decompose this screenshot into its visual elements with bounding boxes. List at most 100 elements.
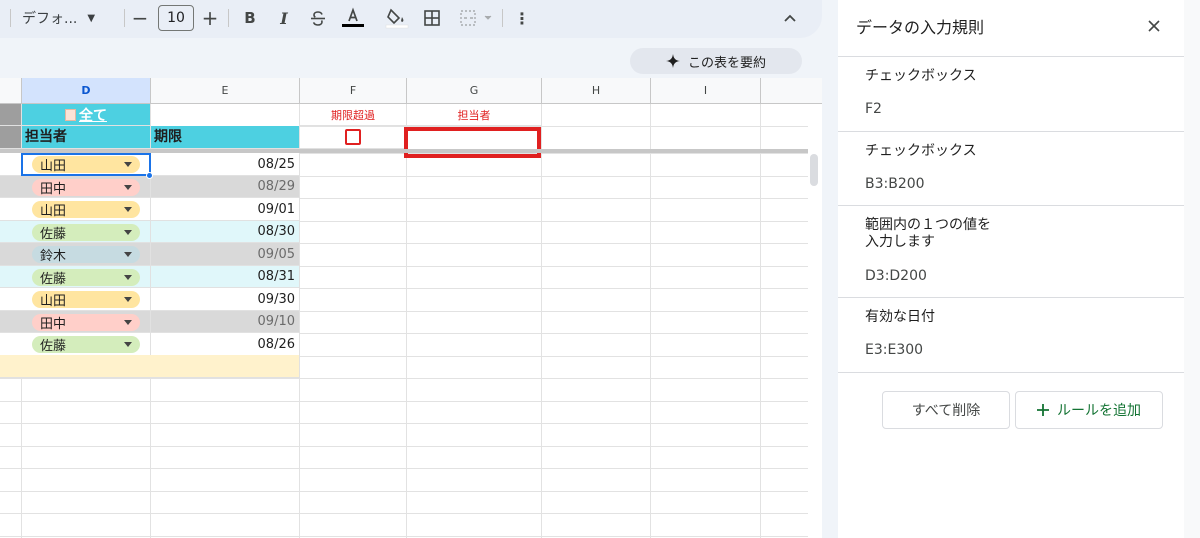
chip-label: 山田: [40, 204, 67, 219]
person-header: 担当者: [25, 129, 67, 145]
chip-label: 佐藤: [40, 339, 67, 354]
deadline-value: 08/30: [257, 224, 295, 239]
summary-row[interactable]: [0, 355, 300, 378]
chevron-down-icon: [124, 207, 132, 212]
column-header-f[interactable]: F: [300, 78, 407, 104]
filter-all-label: 全て: [79, 107, 107, 124]
chip-label: 田中: [40, 317, 67, 332]
add-rule-button[interactable]: ルールを追加: [1015, 391, 1163, 429]
merge-cells-icon: [460, 10, 492, 26]
increase-font-size-button[interactable]: +: [198, 4, 222, 32]
cell-deadline[interactable]: 09/10: [151, 311, 300, 333]
minus-icon: −: [131, 6, 149, 30]
person-dropdown-chip[interactable]: 佐藤: [32, 224, 140, 242]
cell-person[interactable]: 山田: [22, 198, 151, 221]
deadline-value: 08/29: [257, 179, 295, 194]
cell-deadline[interactable]: 09/05: [151, 243, 300, 266]
chevron-down-icon: ▼: [87, 12, 96, 24]
cell-deadline[interactable]: 08/31: [151, 266, 300, 288]
strikethrough-icon: [311, 11, 325, 26]
delete-all-button[interactable]: すべて削除: [882, 391, 1010, 429]
cell-deadline[interactable]: 08/26: [151, 333, 300, 356]
deadline-header: 期限: [154, 129, 182, 145]
summarize-table-button[interactable]: この表を要約: [630, 48, 802, 74]
column-label: E: [221, 84, 229, 97]
person-dropdown-chip[interactable]: 田中: [32, 179, 140, 197]
bold-icon: B: [244, 9, 256, 27]
borders-button[interactable]: [420, 4, 444, 32]
cell-person[interactable]: 佐藤: [22, 266, 151, 288]
bold-button[interactable]: B: [238, 4, 262, 32]
italic-button[interactable]: I: [272, 4, 296, 32]
column-header-d[interactable]: D: [22, 78, 151, 104]
person-dropdown-chip[interactable]: 鈴木: [32, 246, 140, 264]
font-family-select[interactable]: デフォ... ▼: [22, 4, 118, 32]
rule-range: F2: [865, 101, 882, 117]
strikethrough-button[interactable]: [306, 4, 330, 32]
column-label: D: [81, 84, 91, 97]
cell-person[interactable]: 佐藤: [22, 333, 151, 356]
column-header-g[interactable]: G: [407, 78, 542, 104]
cell-g1-assignee-label: 担当者: [407, 104, 542, 126]
cell-deadline[interactable]: 08/25: [151, 153, 300, 176]
borders-icon: [424, 10, 440, 26]
merge-cells-button[interactable]: [456, 4, 498, 32]
cell-deadline[interactable]: 09/01: [151, 198, 300, 221]
row-header-2[interactable]: [0, 126, 22, 149]
rule-range: E3:E300: [865, 342, 924, 358]
rule-title-line2: 入力します: [865, 234, 935, 250]
cell-person[interactable]: 佐藤: [22, 221, 151, 243]
column-label: H: [591, 84, 601, 97]
toolbar-separator: [228, 9, 229, 27]
select-all-corner[interactable]: [0, 78, 22, 104]
deadline-value: 08/26: [257, 337, 295, 352]
paint-bucket-icon: [385, 8, 409, 29]
cell-person[interactable]: 山田: [22, 288, 151, 311]
collapse-toolbar-button[interactable]: [778, 4, 802, 32]
person-dropdown-chip[interactable]: 田中: [32, 314, 140, 332]
column-header-i[interactable]: I: [651, 78, 761, 104]
cell-deadline[interactable]: 08/30: [151, 221, 300, 243]
cell-deadline[interactable]: 09/30: [151, 288, 300, 311]
person-dropdown-chip[interactable]: 山田: [32, 201, 140, 219]
chevron-up-icon: [784, 14, 796, 22]
panel-title: データの入力規則: [856, 18, 985, 37]
deadline-value: 08/31: [257, 269, 295, 284]
rule-range: D3:D200: [865, 268, 927, 284]
active-cell-selection: [21, 153, 151, 176]
font-family-label: デフォ...: [22, 11, 78, 27]
close-panel-button[interactable]: [1144, 16, 1164, 36]
more-options-button[interactable]: ⋮: [512, 4, 532, 32]
decrease-font-size-button[interactable]: −: [128, 4, 152, 32]
add-rule-label: ルールを追加: [1057, 403, 1141, 419]
rule-title: チェックボックス: [865, 68, 977, 84]
person-dropdown-chip[interactable]: 佐藤: [32, 269, 140, 287]
text-color-button[interactable]: [340, 4, 366, 32]
cell-d2-header-person[interactable]: 担当者: [22, 126, 151, 149]
cell-person[interactable]: 田中: [22, 176, 151, 198]
column-header-h[interactable]: H: [542, 78, 651, 104]
column-label: F: [349, 84, 357, 97]
spreadsheet-grid[interactable]: D E F G H I 全て 期限超過 担当者 担当者 期限 山田 08/25 田中…: [0, 78, 822, 538]
cell-e2-header-deadline[interactable]: 期限: [151, 126, 300, 149]
person-dropdown-chip[interactable]: 山田: [32, 291, 140, 309]
vertical-scrollbar[interactable]: [810, 154, 818, 186]
checkbox-icon[interactable]: [345, 129, 361, 145]
font-size-input[interactable]: 10: [158, 5, 194, 31]
note-icon: [65, 108, 76, 121]
more-vert-icon: ⋮: [514, 8, 530, 28]
fill-handle[interactable]: [146, 172, 153, 179]
column-header-e[interactable]: E: [151, 78, 300, 104]
cell-d1-filter-all[interactable]: 全て: [22, 104, 151, 126]
cell-f2-checkbox[interactable]: [300, 126, 407, 149]
chevron-down-icon: [124, 297, 132, 302]
person-dropdown-chip[interactable]: 佐藤: [32, 336, 140, 354]
cell-deadline[interactable]: 08/29: [151, 176, 300, 198]
close-icon: [1148, 20, 1160, 32]
fill-color-button[interactable]: [384, 4, 410, 32]
row-header-1[interactable]: [0, 104, 22, 126]
cell-person[interactable]: 鈴木: [22, 243, 151, 266]
cell-person[interactable]: 田中: [22, 311, 151, 333]
rule-title-line1: 範囲内の１つの値を: [865, 217, 991, 233]
toolbar: デフォ... ▼ − 10 + B I ⋮: [0, 0, 822, 38]
